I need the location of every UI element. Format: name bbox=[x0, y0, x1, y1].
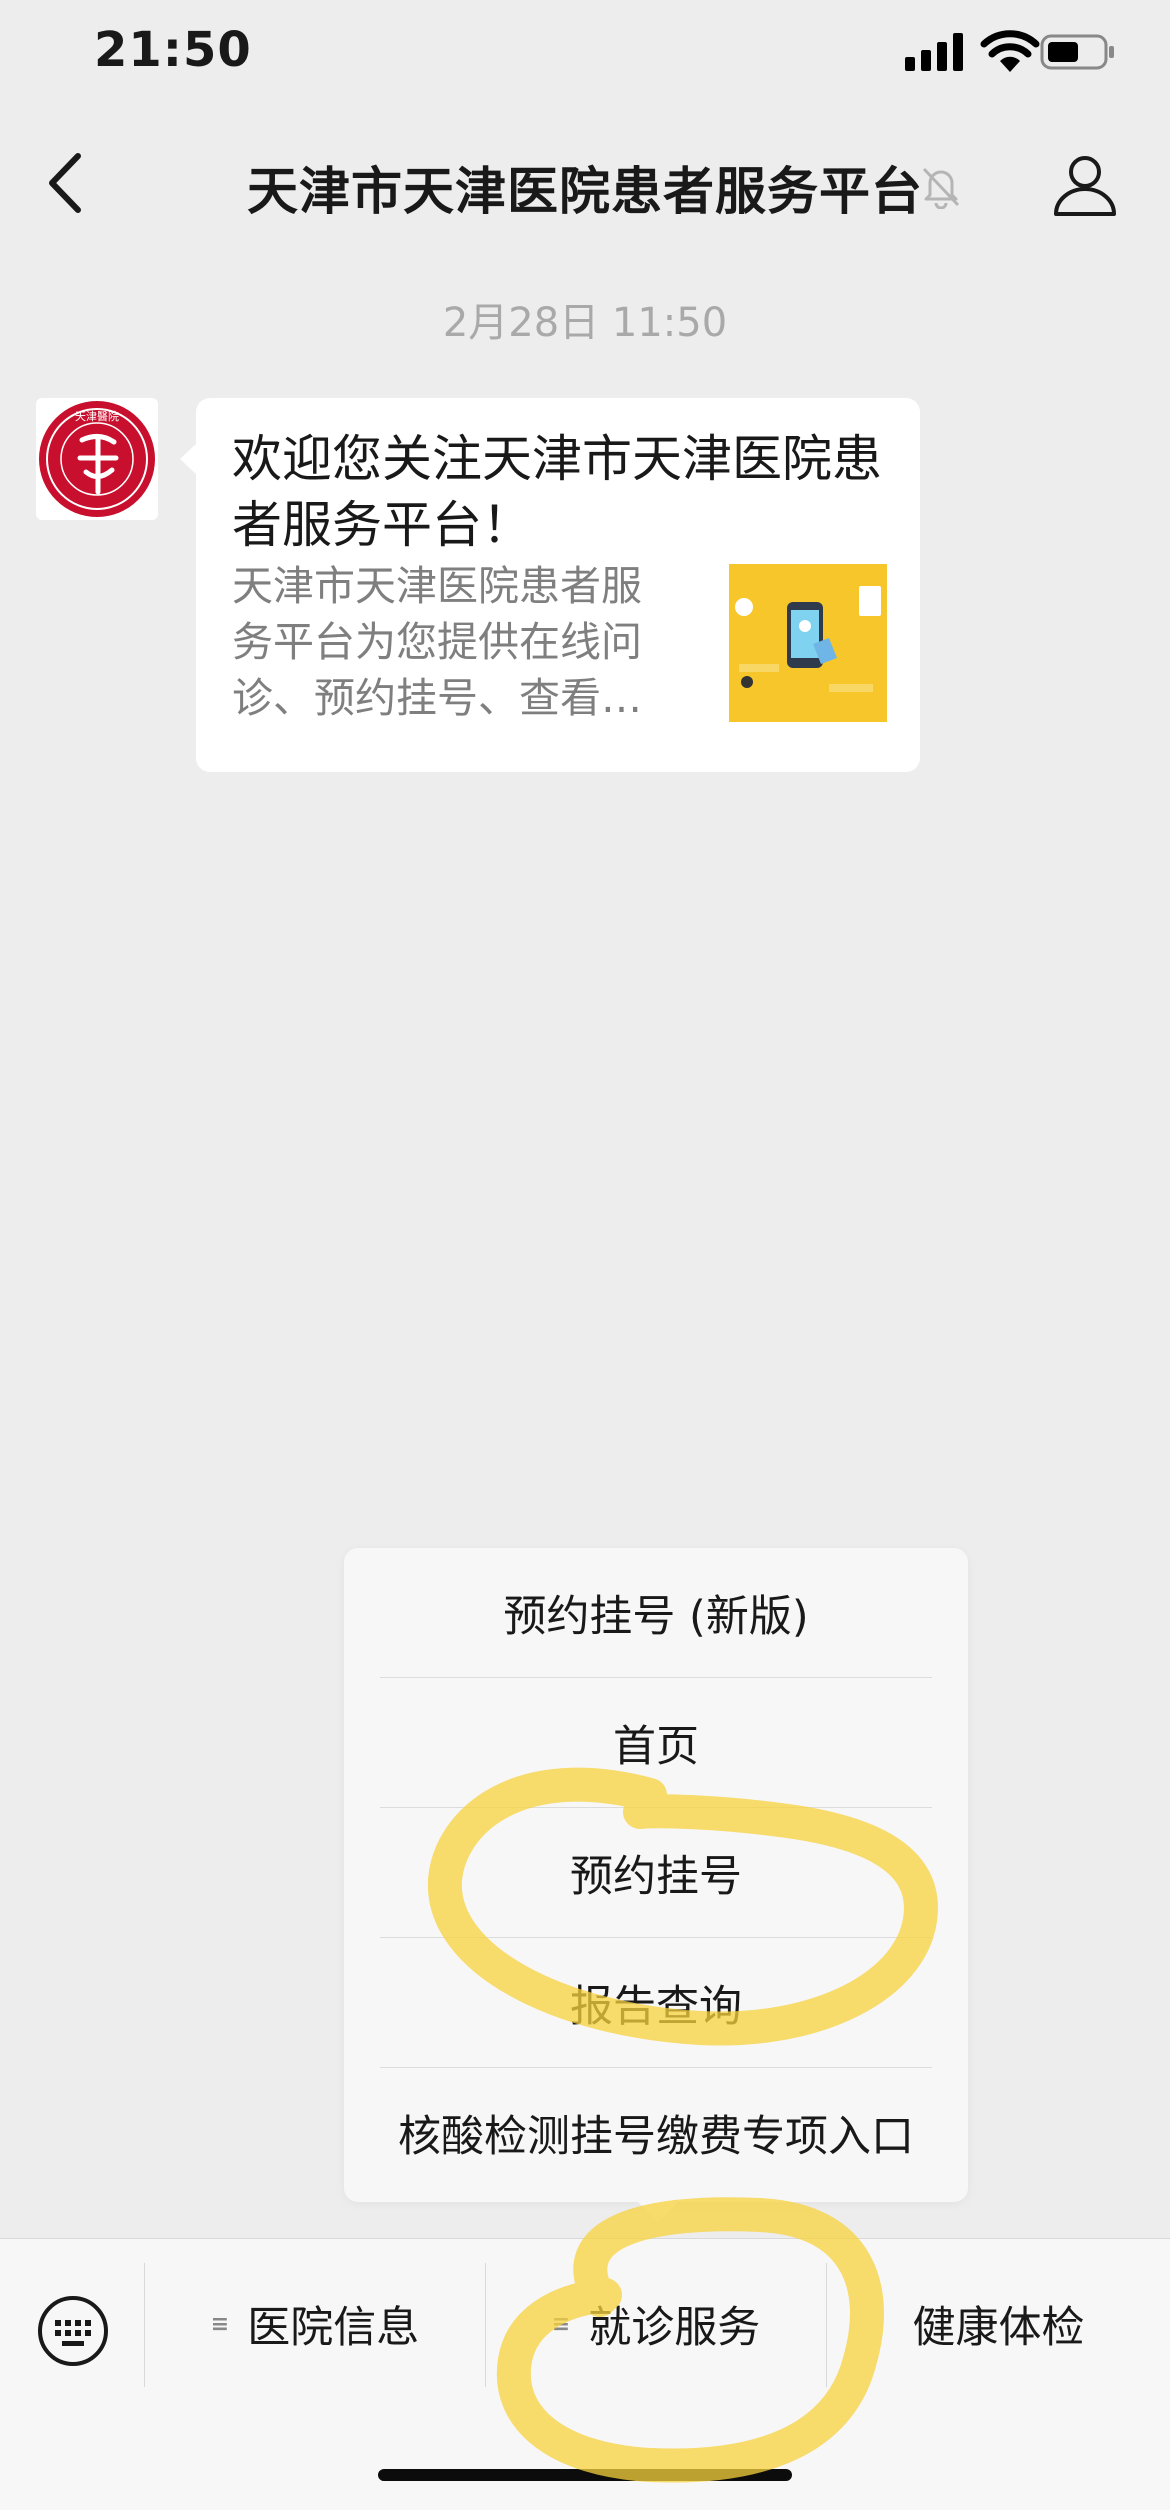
wifi-icon bbox=[980, 30, 1040, 72]
home-indicator bbox=[378, 2469, 792, 2481]
tab-label: 就诊服务 bbox=[588, 2303, 761, 2353]
profile-icon[interactable] bbox=[1052, 152, 1118, 218]
page-title: 天津市天津医院患者服务平台 bbox=[246, 163, 923, 222]
mute-bell-icon bbox=[922, 167, 960, 209]
menu-item-home[interactable]: 首页 bbox=[380, 1678, 932, 1807]
svg-text:天津醫院: 天津醫院 bbox=[75, 409, 119, 423]
article-thumbnail-image bbox=[729, 564, 887, 722]
popup-arrow bbox=[638, 2202, 678, 2222]
article-description: 天津市天津医院患者服务平台为您提供在线问诊、预约挂号、查看… bbox=[232, 562, 642, 722]
menu-item-report-query[interactable]: 报告查询 bbox=[380, 1938, 932, 2067]
menu-lines-icon: ≡ bbox=[551, 2311, 571, 2337]
menu-item-nucleic-acid-test[interactable]: 核酸检测挂号缴费专项入口 bbox=[380, 2068, 932, 2197]
menu-item-appointment[interactable]: 预约挂号 bbox=[380, 1808, 932, 1937]
hospital-logo-avatar[interactable]: 天津醫院 bbox=[36, 398, 158, 520]
status-time: 21:50 bbox=[94, 22, 252, 78]
welcome-article-card[interactable]: 欢迎您关注天津市天津医院患者服务平台！ 天津市天津医院患者服务平台为您提供在线问… bbox=[196, 398, 920, 772]
message-timestamp: 2月28日 11:50 bbox=[442, 300, 728, 346]
cellular-signal-icon bbox=[905, 33, 963, 71]
tab-label: 医院信息 bbox=[247, 2303, 420, 2353]
popup-submenu: 预约挂号 (新版) 首页 预约挂号 报告查询 核酸检测挂号缴费专项入口 bbox=[344, 1548, 968, 2202]
tab-health-checkup[interactable]: 健康体检 bbox=[827, 2269, 1170, 2379]
keyboard-toggle-icon[interactable] bbox=[36, 2294, 110, 2368]
bubble-tail bbox=[180, 443, 197, 475]
tab-medical-services[interactable]: ≡ 就诊服务 bbox=[486, 2269, 826, 2379]
article-title: 欢迎您关注天津市天津医院患者服务平台！ bbox=[232, 430, 882, 554]
menu-lines-icon: ≡ bbox=[210, 2311, 230, 2337]
battery-icon bbox=[1040, 34, 1114, 70]
tab-hospital-info[interactable]: ≡ 医院信息 bbox=[145, 2269, 485, 2379]
menu-item-appointment-new[interactable]: 预约挂号 (新版) bbox=[380, 1548, 932, 1677]
tab-label: 健康体检 bbox=[912, 2303, 1085, 2353]
